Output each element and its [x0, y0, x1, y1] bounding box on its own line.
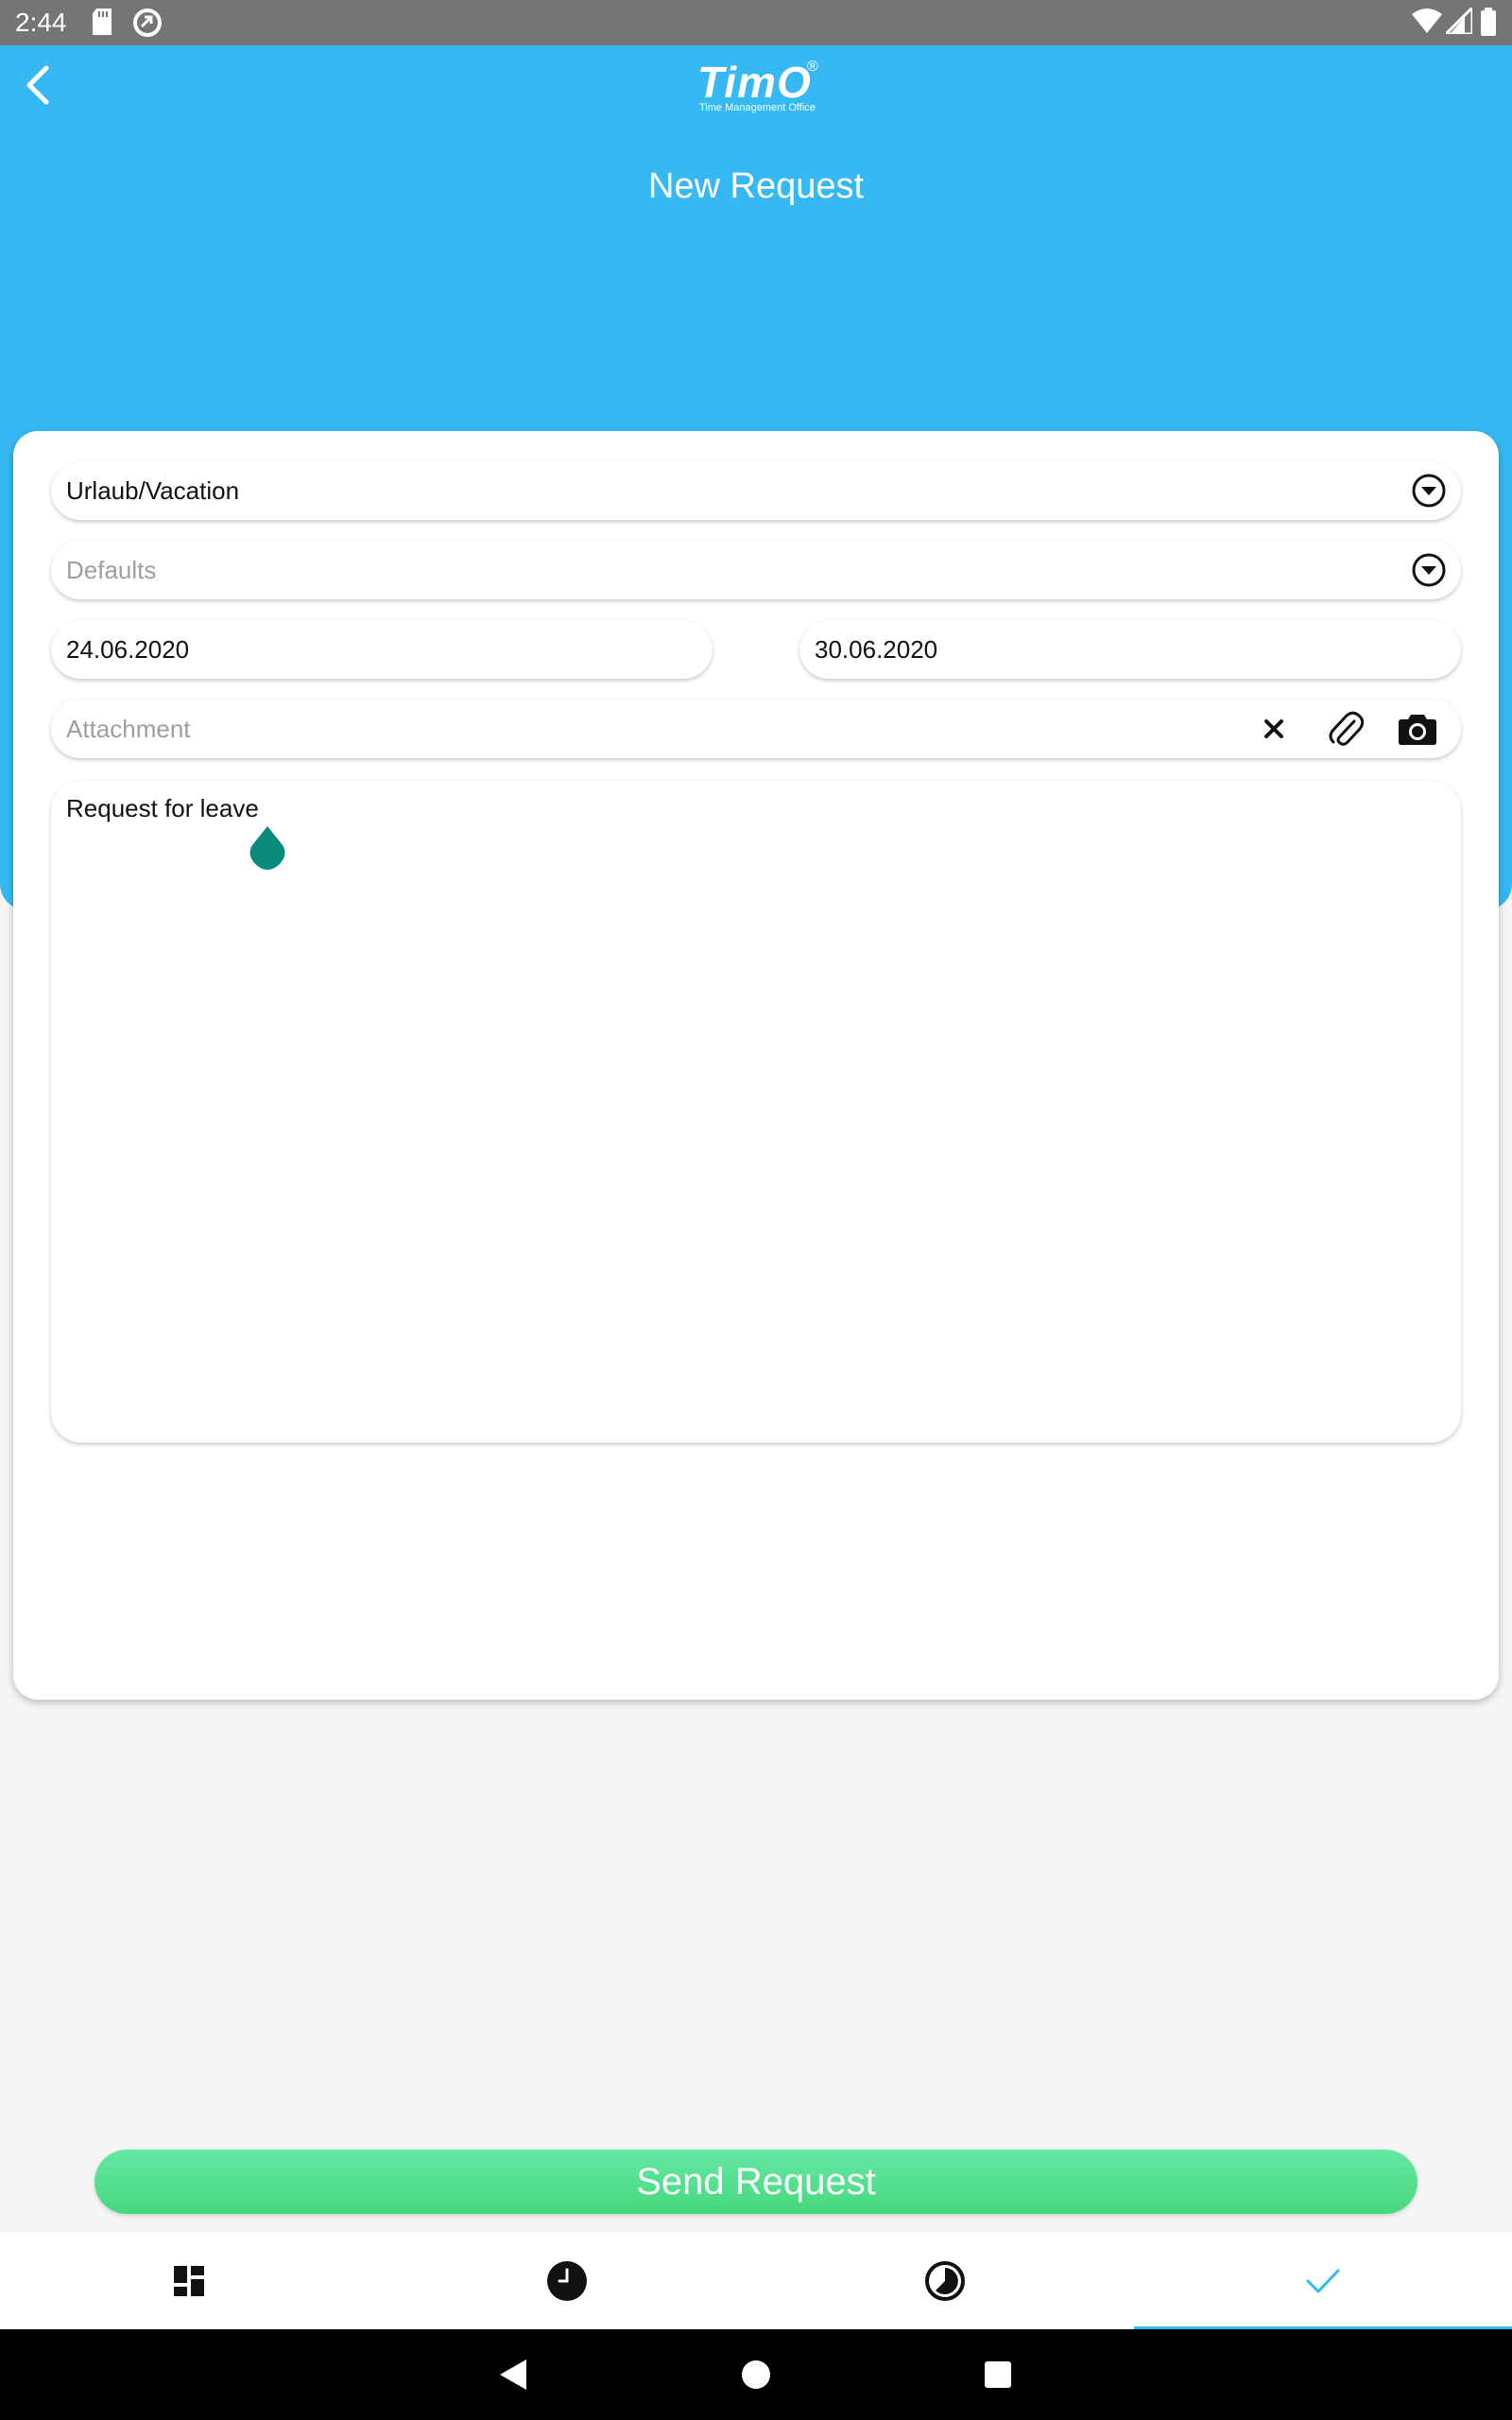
- end-date-field[interactable]: 30.06.2020: [799, 620, 1461, 679]
- status-time: 2:44: [15, 8, 67, 37]
- send-request-button[interactable]: Send Request: [94, 2150, 1418, 2214]
- paperclip-icon[interactable]: [1325, 708, 1366, 750]
- start-date-field[interactable]: 24.06.2020: [51, 620, 713, 679]
- request-form-card: Urlaub/Vacation Defaults 24.06.2020 30.0…: [13, 431, 1499, 1700]
- square-recents-icon: [985, 2361, 1011, 2388]
- status-bar: 2:44: [0, 0, 1512, 45]
- system-recents-button[interactable]: [975, 2352, 1021, 2397]
- nav-tab-timer[interactable]: [756, 2233, 1134, 2329]
- defaults-placeholder: Defaults: [66, 556, 157, 584]
- logo-wordmark: TimO: [697, 58, 812, 107]
- circle-home-icon: [742, 2360, 770, 2389]
- request-type-value: Urlaub/Vacation: [66, 476, 240, 505]
- text-cursor-handle[interactable]: [248, 824, 287, 876]
- system-home-button[interactable]: [733, 2352, 779, 2397]
- dropdown-circle-icon[interactable]: [1408, 549, 1450, 591]
- system-back-button[interactable]: [490, 2352, 535, 2397]
- app-logo: TimO ® Time Management Office: [697, 57, 825, 117]
- bottom-navigation: [0, 2233, 1512, 2329]
- check-icon: [1306, 2269, 1340, 2293]
- attachment-field[interactable]: Attachment: [51, 700, 1461, 758]
- camera-icon[interactable]: [1397, 708, 1438, 750]
- dashboard-icon: [174, 2266, 204, 2296]
- sync-icon: [132, 8, 163, 43]
- start-date-value: 24.06.2020: [66, 635, 190, 664]
- logo-tagline: Time Management Office: [699, 102, 816, 113]
- nav-tab-time[interactable]: [378, 2233, 756, 2329]
- attachment-placeholder: Attachment: [66, 715, 191, 743]
- request-type-dropdown[interactable]: Urlaub/Vacation: [51, 461, 1461, 520]
- page-title: New Request: [647, 166, 865, 206]
- back-button[interactable]: [15, 57, 60, 113]
- comment-textarea[interactable]: Request for leave: [51, 781, 1461, 1443]
- end-date-value: 30.06.2020: [815, 635, 938, 664]
- triangle-back-icon: [500, 2360, 526, 2390]
- timer-icon: [925, 2261, 965, 2301]
- sd-card-icon: [91, 8, 113, 41]
- system-navigation-bar: [0, 2329, 1512, 2420]
- logo-registered-mark: ®: [807, 59, 818, 75]
- clear-attachment-icon[interactable]: [1253, 708, 1295, 750]
- battery-icon: [1480, 8, 1497, 41]
- wifi-icon: [1412, 8, 1442, 39]
- nav-tab-dashboard[interactable]: [0, 2233, 378, 2329]
- dropdown-circle-icon[interactable]: [1408, 470, 1450, 511]
- clock-icon: [547, 2261, 587, 2301]
- comment-text: Request for leave: [66, 794, 259, 822]
- nav-tab-requests[interactable]: [1134, 2233, 1512, 2329]
- defaults-dropdown[interactable]: Defaults: [51, 541, 1461, 599]
- signal-icon: [1442, 4, 1474, 39]
- back-arrow-icon: [26, 65, 49, 105]
